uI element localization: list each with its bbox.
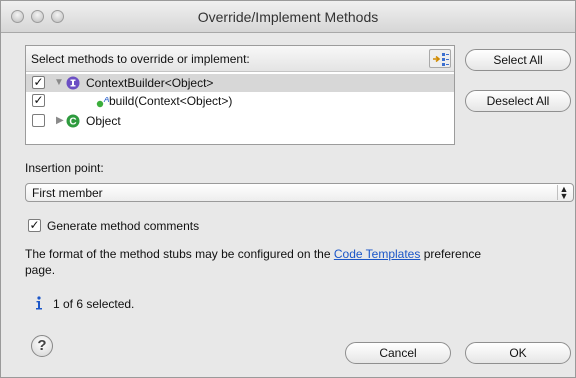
title-bar: Override/Implement Methods — [1, 1, 575, 33]
row-checkbox-build[interactable]: ✓ — [32, 94, 45, 107]
info-prefix: The format of the method stubs may be co… — [25, 247, 331, 261]
insertion-point-value: First member — [32, 186, 103, 200]
code-templates-link[interactable]: Code Templates — [334, 247, 421, 261]
cancel-button[interactable]: Cancel — [345, 342, 451, 364]
info-text-line1: The format of the method stubs may be co… — [25, 247, 481, 261]
methods-panel-label: Select methods to override or implement: — [31, 52, 250, 66]
ok-button[interactable]: OK — [465, 342, 571, 364]
generate-comments-label: Generate method comments — [47, 219, 200, 233]
sort-members-button[interactable] — [429, 49, 451, 68]
tree-row-label: Object — [86, 114, 121, 128]
dialog-window: Override/Implement Methods Select method… — [0, 0, 576, 378]
expand-triangle-icon[interactable]: ▼ — [54, 77, 64, 88]
window-title: Override/Implement Methods — [197, 9, 379, 25]
insertion-point-label: Insertion point: — [25, 161, 104, 175]
abstract-method-icon: A — [96, 97, 109, 108]
info-text-line2: page. — [25, 263, 56, 277]
row-checkbox-contextbuilder[interactable]: ✓ — [32, 76, 45, 89]
tree-row-object[interactable]: ▶ C Object — [26, 112, 454, 130]
select-arrows-icon: ▲ ▼ — [557, 185, 570, 201]
insertion-point-select[interactable]: First member ▲ ▼ — [25, 183, 574, 202]
interface-icon — [66, 76, 80, 90]
tree-row-label: build(Context<Object>) — [109, 94, 233, 108]
help-icon: ? — [37, 337, 47, 354]
tree-row-build[interactable]: ✓ A build(Context<Object>) — [26, 92, 454, 110]
select-all-button[interactable]: Select All — [465, 49, 571, 71]
collapse-triangle-icon[interactable]: ▶ — [56, 115, 64, 126]
status-text: 1 of 6 selected. — [53, 297, 135, 311]
methods-panel-header: Select methods to override or implement: — [26, 46, 454, 72]
row-checkbox-object[interactable] — [32, 114, 45, 127]
tree-row-label: ContextBuilder<Object> — [86, 76, 214, 90]
generate-comments-checkbox[interactable]: ✓ — [28, 219, 41, 232]
info-suffix: preference — [423, 247, 482, 261]
tree-row-contextbuilder[interactable]: ✓ ▼ ContextBuilder<Object> — [26, 74, 454, 92]
svg-text:C: C — [69, 117, 76, 128]
help-button[interactable]: ? — [31, 335, 53, 357]
methods-panel: Select methods to override or implement:… — [25, 45, 455, 145]
class-icon: C — [66, 114, 80, 128]
deselect-all-button[interactable]: Deselect All — [465, 90, 571, 112]
info-icon — [36, 296, 42, 310]
sort-members-icon — [433, 53, 449, 66]
